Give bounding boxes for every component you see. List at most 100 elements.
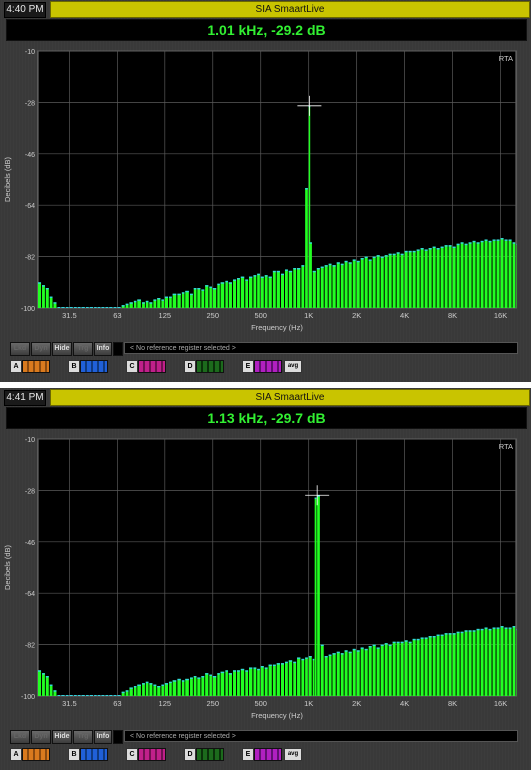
plot-area[interactable] (37, 50, 517, 309)
rta-bar (293, 661, 297, 696)
clock: 4:41 PM (4, 390, 46, 406)
rta-bar-cap (233, 279, 237, 281)
rta-bar-cap (392, 641, 396, 644)
rta-bar (297, 657, 301, 696)
average-button[interactable]: avg (284, 748, 302, 761)
rta-bar-cap (420, 637, 424, 639)
y-tick-label: -64 (25, 203, 35, 210)
trigger-button[interactable]: Trg (73, 342, 93, 356)
register-d-swatch[interactable] (196, 748, 224, 761)
rta-bar (172, 680, 177, 696)
rta-bar-cap (488, 628, 492, 631)
rta-bar (185, 678, 189, 696)
rta-bar-cap (77, 695, 81, 696)
rta-bar (312, 658, 315, 696)
rta-bar-cap (424, 249, 428, 251)
rta-bar (260, 276, 264, 308)
rta-bar (476, 628, 480, 696)
rta-bar-cap (484, 239, 488, 241)
rta-bar-cap (516, 243, 517, 246)
locked-button[interactable]: Lkd (10, 730, 30, 744)
dynamic-button[interactable]: Dyn (31, 342, 51, 356)
rta-bar (280, 273, 284, 308)
x-tick-label: 4K (400, 699, 409, 708)
rta-bar-cap (217, 673, 220, 675)
rta-bar-cap (117, 307, 121, 308)
rta-bar-cap (205, 673, 209, 675)
info-button[interactable]: Info (94, 730, 112, 744)
rta-bar (500, 238, 504, 308)
register-d-swatch[interactable] (196, 360, 224, 373)
rta-bar-cap (297, 268, 301, 270)
rta-bar-cap (38, 670, 42, 672)
dynamic-button[interactable]: Dyn (31, 730, 51, 744)
register-a-swatch[interactable] (22, 748, 50, 761)
rta-bar-cap (217, 283, 220, 286)
rta-bar-cap (149, 683, 153, 685)
rta-bar-cap (476, 628, 480, 631)
rta-bar-cap (272, 664, 276, 666)
y-tick-label: -82 (25, 643, 35, 650)
rta-bar-cap (105, 307, 109, 308)
rta-bar (164, 683, 169, 696)
info-button[interactable]: Info (94, 342, 112, 356)
rta-bar-cap (276, 663, 280, 665)
rta-bar-cap (416, 638, 420, 641)
register-b-swatch[interactable] (80, 360, 108, 373)
rta-bar (436, 248, 440, 308)
analyzer-window-1: 4:40 PM SIA SmaartLive 1.01 kHz, -29.2 d… (0, 0, 531, 382)
rta-bar-cap (368, 259, 372, 261)
rta-bar (257, 668, 260, 696)
rta-bar-cap (372, 256, 376, 258)
average-button[interactable]: avg (284, 360, 302, 373)
rta-bar (317, 495, 320, 696)
rta-bar-cap (113, 307, 117, 308)
hide-button[interactable]: Hide (52, 730, 72, 744)
rta-bar-cap (45, 288, 49, 290)
rta-chart-svg[interactable]: -10 -28 -46 -64 -82 -100 31.5 63 125 250 500 1K 2K 4K… (0, 44, 531, 340)
plot-area[interactable] (37, 438, 517, 697)
register-a-swatch[interactable] (22, 360, 50, 373)
rta-plot[interactable]: -10 -28 -46 -64 -82 -100 31.5 63 125 250 500 1K 2K 4K… (0, 432, 531, 728)
locked-button[interactable]: Lkd (10, 342, 30, 356)
register-e-swatch[interactable] (254, 360, 282, 373)
rta-bar-cap (360, 258, 364, 260)
rta-bar-cap (280, 663, 284, 665)
rta-bar (400, 641, 404, 696)
rta-bar-cap (125, 690, 129, 692)
rta-chart-svg[interactable]: -10 -28 -46 -64 -82 -100 31.5 63 125 250 500 1K 2K 4K… (0, 432, 531, 728)
rta-bar-cap (276, 270, 280, 273)
rta-bar-cap (161, 299, 164, 301)
rta-bar-cap (400, 253, 404, 256)
rta-bar (336, 651, 340, 696)
rta-bar (356, 650, 360, 696)
rta-bar-cap (133, 300, 137, 303)
y-axis-label: Decibels (dB) (3, 544, 12, 590)
rta-bar (45, 288, 49, 308)
x-tick-label: 8K (448, 311, 457, 320)
rta-bar-cap (460, 631, 464, 634)
rta-bar-cap (169, 681, 172, 684)
rta-bar (293, 268, 297, 308)
x-tick-label: 31.5 (62, 311, 77, 320)
rta-bar (285, 661, 288, 696)
clock: 4:40 PM (4, 2, 46, 18)
rta-plot[interactable]: -10 -28 -46 -64 -82 -100 31.5 63 125 250 500 1K 2K 4K… (0, 44, 531, 340)
hide-button[interactable]: Hide (52, 342, 72, 356)
reference-message: < No reference register selected > (124, 342, 518, 354)
register-e-swatch[interactable] (254, 748, 282, 761)
rta-bar (360, 258, 364, 308)
rta-bar-cap (344, 650, 348, 652)
trigger-button[interactable]: Trg (73, 730, 93, 744)
y-axis-label: Decibels (dB) (3, 156, 12, 202)
y-tick-label: -100 (21, 694, 35, 701)
y-tick-label: -46 (25, 152, 35, 159)
register-c-swatch[interactable] (138, 748, 166, 761)
rta-bar (416, 249, 420, 308)
rta-bar-cap (492, 627, 496, 629)
rta-bar (376, 647, 380, 696)
register-c-swatch[interactable] (138, 360, 166, 373)
register-b-swatch[interactable] (80, 748, 108, 761)
rta-bar (212, 288, 217, 308)
rta-bar (444, 245, 448, 308)
